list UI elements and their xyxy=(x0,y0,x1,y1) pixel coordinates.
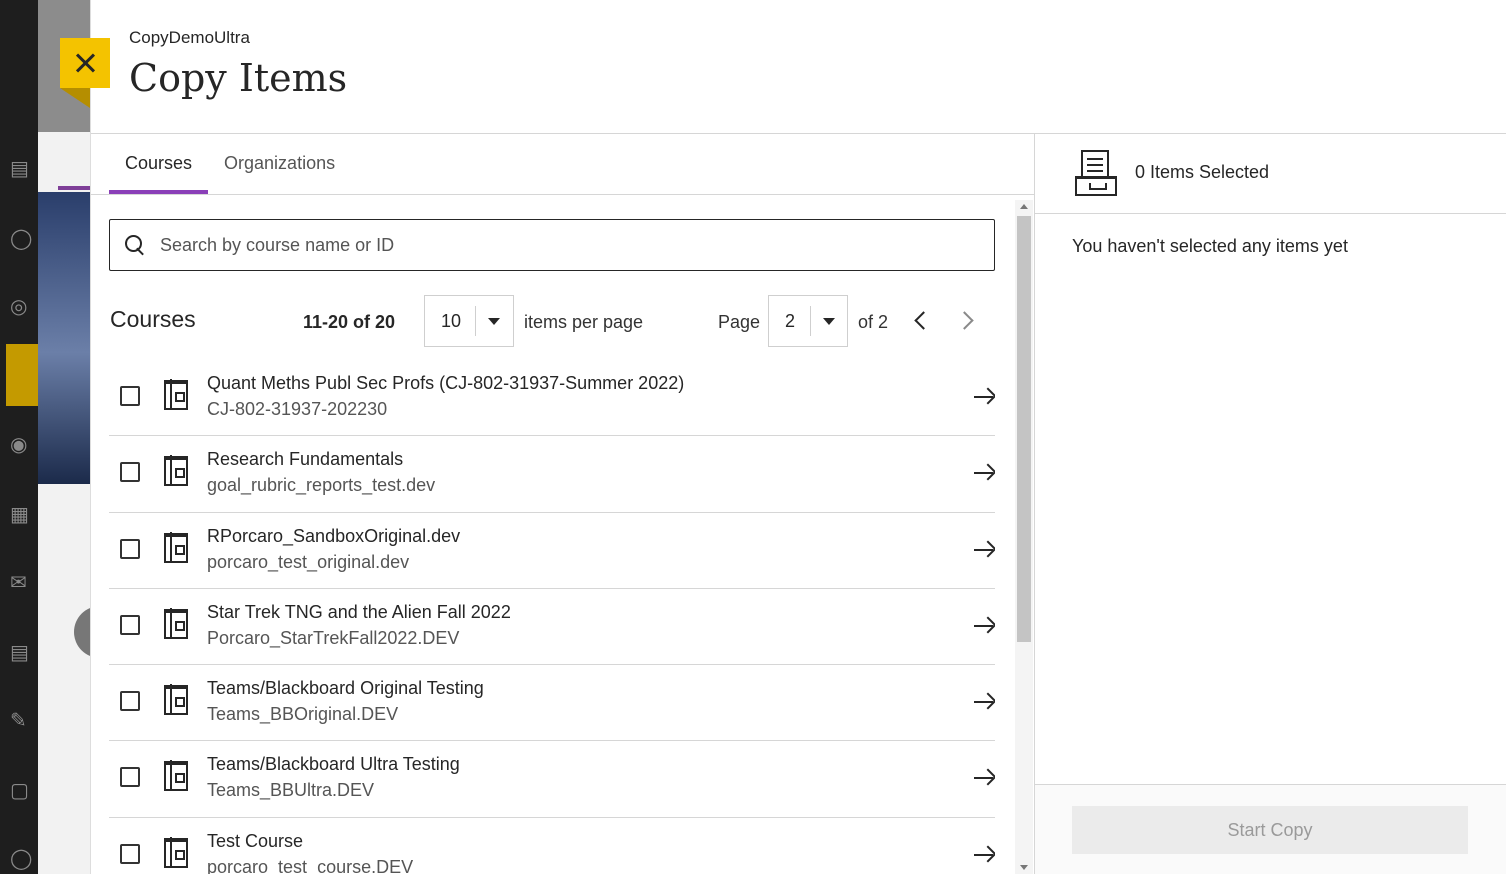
background-nav-active-indicator xyxy=(6,344,38,406)
search-input[interactable] xyxy=(160,234,960,256)
search-box xyxy=(109,219,995,271)
course-id: porcaro_test_course.DEV xyxy=(207,856,414,874)
tab-organizations[interactable]: Organizations xyxy=(208,134,351,194)
panel-footer: Start Copy xyxy=(1035,784,1506,874)
copy-items-panel: CopyDemoUltra Copy Items Courses Organiz… xyxy=(90,0,1506,874)
course-browser: Courses Organizations Courses 11-20 of 2… xyxy=(91,134,1035,874)
items-per-page-value: 10 xyxy=(441,310,462,331)
institution-icon: ▤ xyxy=(10,156,29,180)
arrow-right-icon[interactable] xyxy=(973,691,995,713)
chevron-down-icon xyxy=(488,317,500,325)
close-button[interactable] xyxy=(60,38,110,88)
course-id: Teams_BBOriginal.DEV xyxy=(207,704,399,725)
list-item[interactable]: Quant Meths Publ Sec Profs (CJ-802-31937… xyxy=(109,360,995,437)
scroll-down-icon[interactable] xyxy=(1020,865,1028,870)
course-title: Research Fundamentals xyxy=(207,449,404,470)
panel-header: CopyDemoUltra Copy Items xyxy=(91,0,1506,134)
course-icon xyxy=(164,531,188,563)
course-title: Teams/Blackboard Ultra Testing xyxy=(207,754,460,775)
course-icon xyxy=(164,760,188,792)
calendar-icon: ▦ xyxy=(10,502,29,526)
page-value: 2 xyxy=(785,310,796,331)
list-scrollbar[interactable] xyxy=(1015,200,1033,874)
profile-icon: ◯ xyxy=(10,226,33,250)
course-id: goal_rubric_reports_test.dev xyxy=(207,475,436,496)
list-item[interactable]: RPorcaro_SandboxOriginal.dev porcaro_tes… xyxy=(109,513,995,589)
items-per-page-select[interactable]: 10 xyxy=(424,295,514,347)
close-icon xyxy=(74,52,96,74)
scroll-thumb[interactable] xyxy=(1017,216,1031,642)
select-divider xyxy=(810,306,811,336)
empty-selection-message: You haven't selected any items yet xyxy=(1072,236,1348,256)
tools-icon: ✎ xyxy=(10,708,27,732)
groups-icon: ◉ xyxy=(10,432,28,456)
list-item[interactable]: Teams/Blackboard Original Testing Teams_… xyxy=(109,665,995,742)
arrow-right-icon[interactable] xyxy=(973,844,995,866)
arrow-right-icon[interactable] xyxy=(973,539,995,561)
start-copy-button[interactable]: Start Copy xyxy=(1072,806,1468,854)
arrow-right-icon[interactable] xyxy=(973,767,995,789)
course-icon xyxy=(164,455,188,487)
course-id: Porcaro_StarTrekFall2022.DEV xyxy=(207,627,460,648)
course-checkbox[interactable] xyxy=(120,767,140,788)
selection-panel: 0 Items Selected You haven't selected an… xyxy=(1035,134,1506,874)
course-checkbox[interactable] xyxy=(120,843,140,864)
page-select[interactable]: 2 xyxy=(768,295,848,347)
page-label: Page xyxy=(718,312,761,332)
list-item[interactable]: Star Trek TNG and the Alien Fall 2022 Po… xyxy=(109,589,995,666)
course-checkbox[interactable] xyxy=(120,691,140,712)
course-checkbox[interactable] xyxy=(120,386,140,406)
course-title: Test Course xyxy=(207,830,304,851)
scroll-up-icon[interactable] xyxy=(1020,204,1028,209)
course-title: Teams/Blackboard Original Testing xyxy=(207,678,484,699)
page-total: of 2 xyxy=(858,312,889,332)
arrow-right-icon[interactable] xyxy=(973,462,995,484)
course-list: Quant Meths Publ Sec Profs (CJ-802-31937… xyxy=(109,360,995,874)
items-per-page-label: items per page xyxy=(524,312,644,332)
user-icon: ◯ xyxy=(10,846,33,870)
list-toolbar: Courses 11-20 of 20 10 items per page Pa… xyxy=(109,294,999,347)
tab-bar: Courses Organizations xyxy=(109,134,351,194)
grades-icon: ▤ xyxy=(10,640,29,664)
chevron-down-icon xyxy=(823,317,835,325)
course-icon xyxy=(164,379,188,410)
background-banner xyxy=(38,192,98,484)
edit-icon: ▢ xyxy=(10,778,29,802)
tab-courses[interactable]: Courses xyxy=(109,134,209,194)
items-selected-count: 0 Items Selected xyxy=(1135,162,1270,182)
course-icon xyxy=(164,836,188,868)
result-range: 11-20 of 20 xyxy=(303,312,396,332)
arrow-right-icon[interactable] xyxy=(973,615,995,637)
course-id: CJ-802-31937-202230 xyxy=(207,399,388,419)
course-checkbox[interactable] xyxy=(120,614,140,635)
list-item[interactable]: Test Course porcaro_test_course.DEV xyxy=(109,818,995,874)
globe-icon: ◎ xyxy=(10,294,28,318)
previous-page-button[interactable] xyxy=(909,308,933,332)
course-checkbox[interactable] xyxy=(120,538,140,559)
mail-icon: ✉ xyxy=(10,570,27,594)
course-icon xyxy=(164,684,188,716)
course-checkbox[interactable] xyxy=(120,462,140,483)
search-icon xyxy=(124,234,146,256)
list-item[interactable]: Teams/Blackboard Ultra Testing Teams_BBU… xyxy=(109,741,995,818)
background-course-page xyxy=(38,0,104,874)
course-icon xyxy=(164,607,188,639)
next-page-button[interactable] xyxy=(955,308,979,332)
tab-divider xyxy=(91,194,1035,195)
list-item[interactable]: Research Fundamentals goal_rubric_report… xyxy=(109,436,995,513)
course-id: porcaro_test_original.dev xyxy=(207,551,410,572)
course-name: CopyDemoUltra xyxy=(129,28,250,47)
select-divider xyxy=(475,306,476,336)
course-title: RPorcaro_SandboxOriginal.dev xyxy=(207,525,461,546)
copy-basket-icon xyxy=(1075,150,1117,198)
arrow-right-icon[interactable] xyxy=(973,386,995,408)
background-nav-rail: ▤ ◯ ◎ ◉ ▦ ✉ ▤ ✎ ▢ ◯ xyxy=(0,0,38,874)
course-title: Quant Meths Publ Sec Profs (CJ-802-31937… xyxy=(207,373,685,393)
page-title: Copy Items xyxy=(129,56,348,100)
selection-header: 0 Items Selected xyxy=(1035,134,1506,214)
list-title: Courses xyxy=(110,306,196,332)
course-id: Teams_BBUltra.DEV xyxy=(207,780,375,801)
course-title: Star Trek TNG and the Alien Fall 2022 xyxy=(207,601,511,622)
